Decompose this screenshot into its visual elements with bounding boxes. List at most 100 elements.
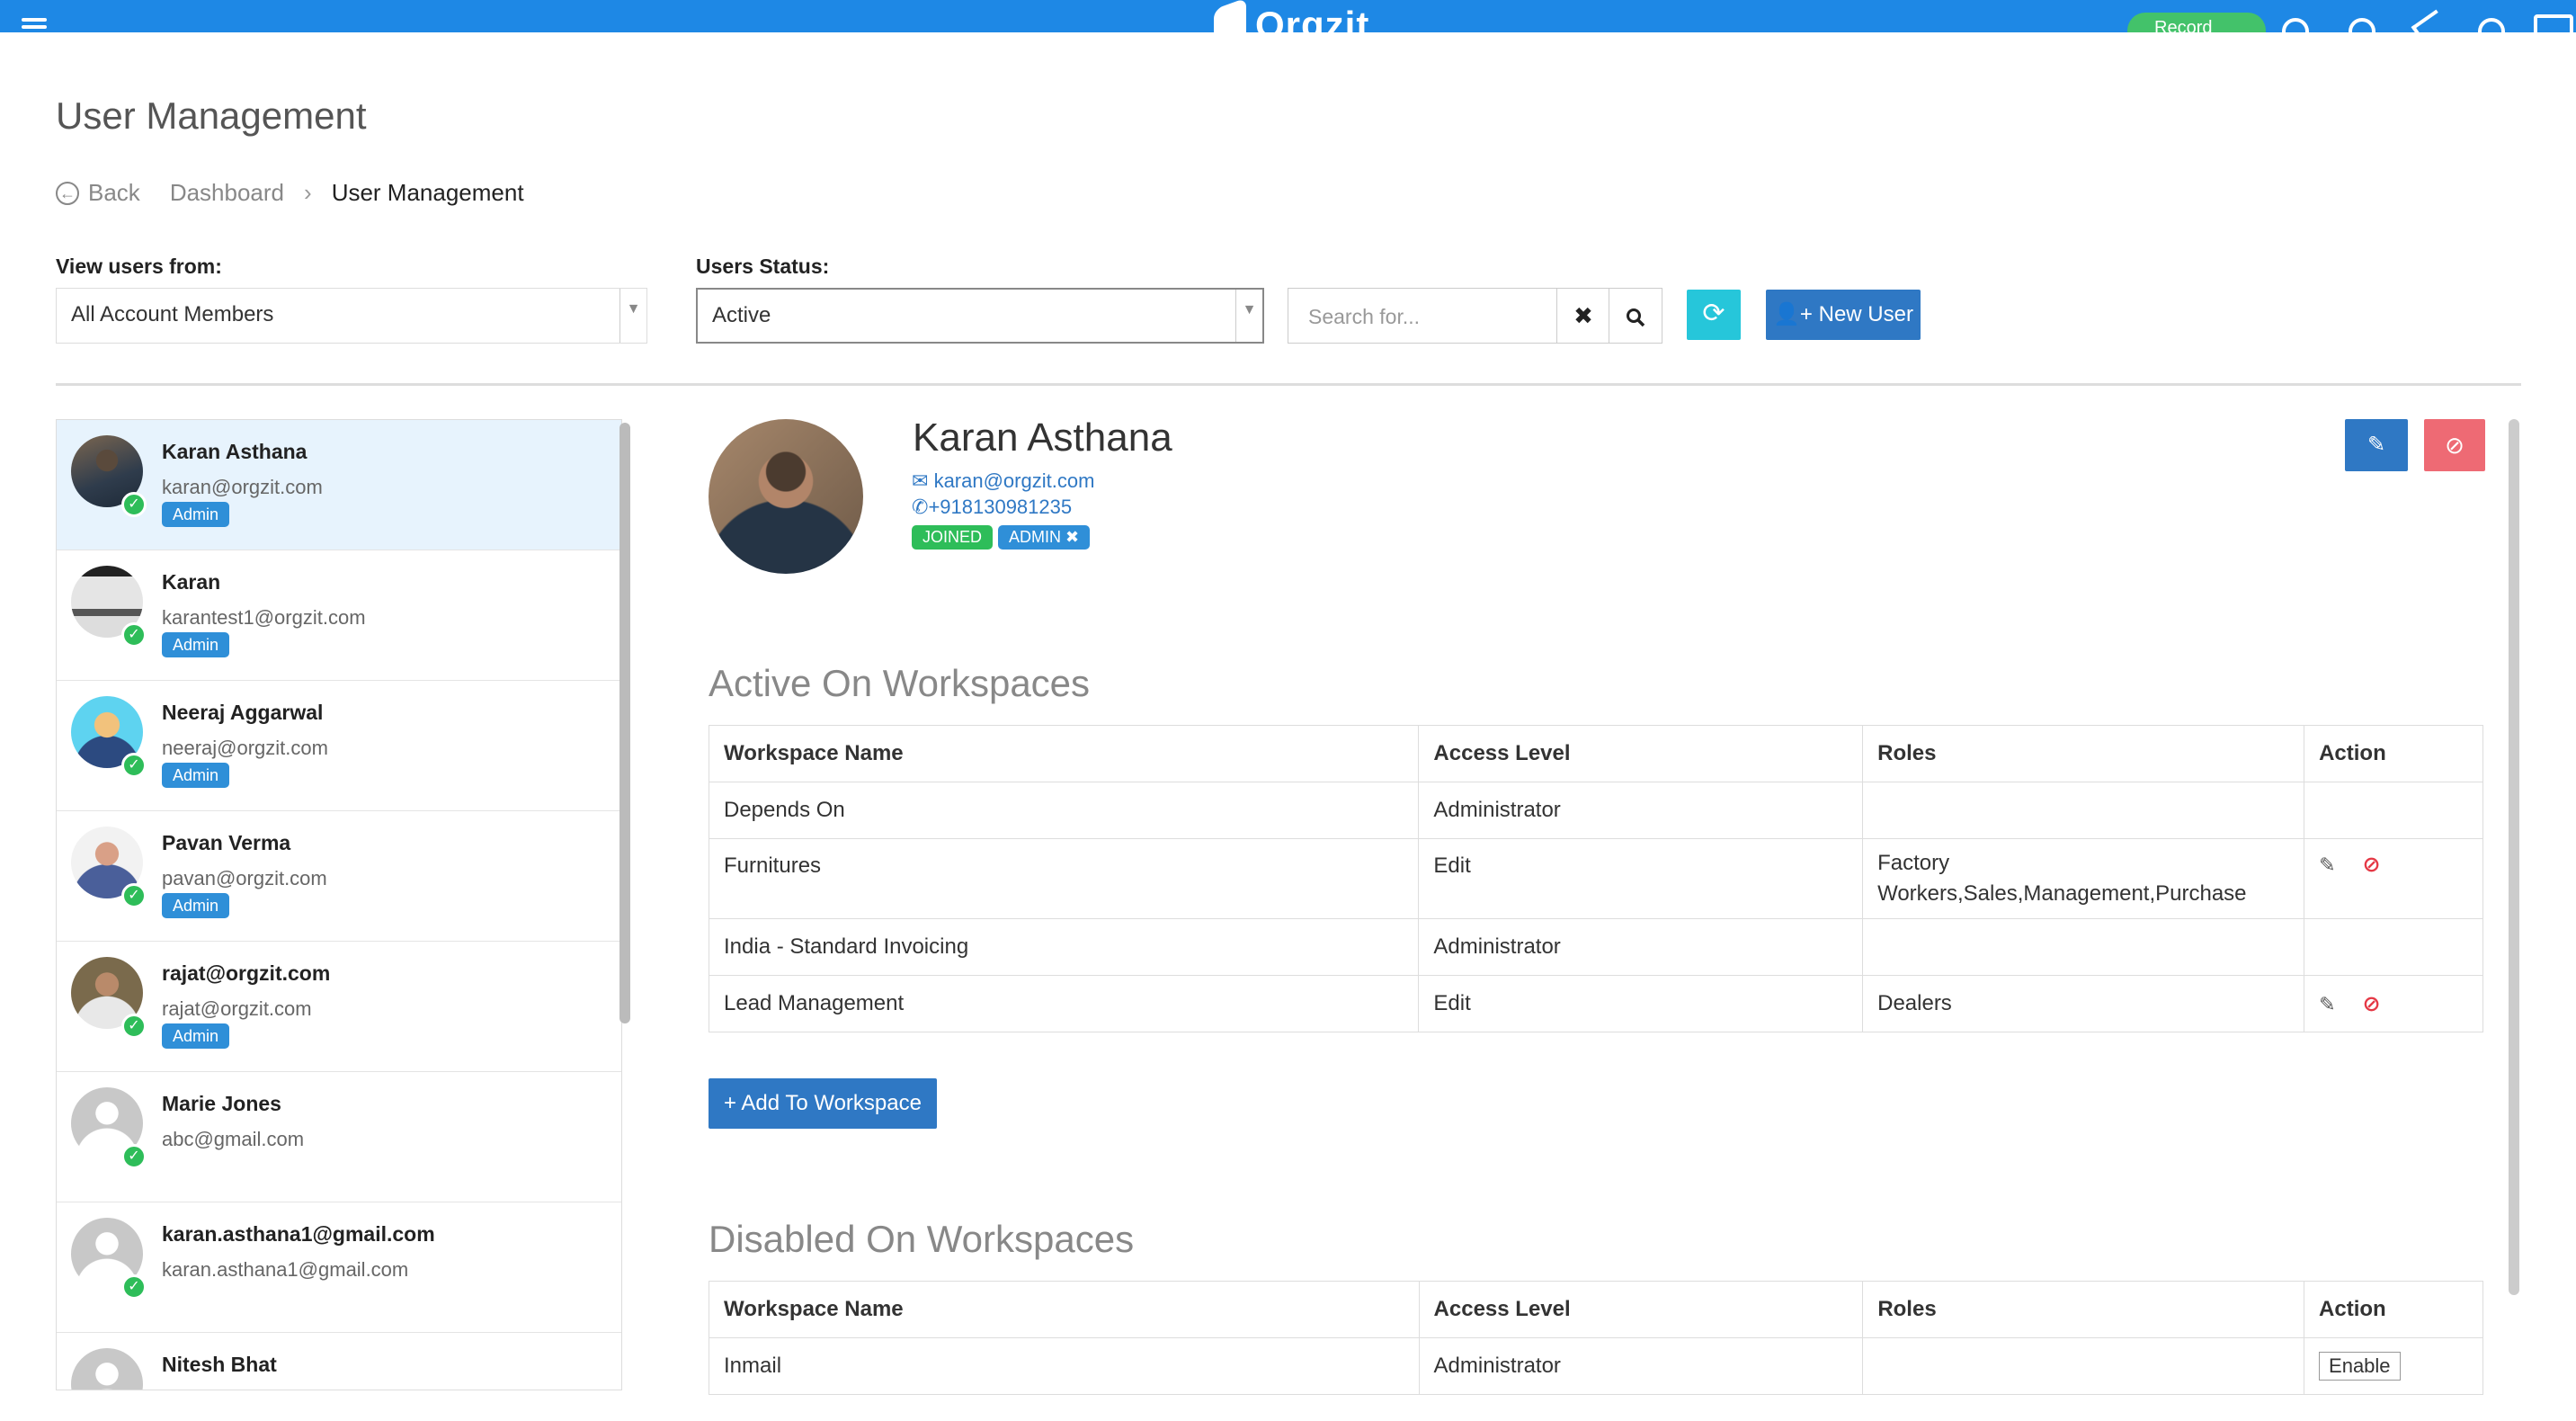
search-button[interactable] <box>1609 288 1662 344</box>
table-row: Depends On Administrator <box>708 782 2483 839</box>
view-users-label: View users from: <box>56 255 222 278</box>
main-scrollbar[interactable] <box>2509 419 2519 1295</box>
app-logo[interactable]: Orgzit <box>1214 0 1369 32</box>
column-header: Action <box>2304 725 2483 782</box>
access-level: Edit <box>1418 975 1864 1032</box>
role-badge: Admin <box>162 502 230 527</box>
verified-check-icon: ✓ <box>121 1014 147 1039</box>
roles: Factory Workers,Sales,Management,Purchas… <box>1862 838 2305 919</box>
table-row: Furnitures Edit Factory Workers,Sales,Ma… <box>708 838 2483 919</box>
user-list-item[interactable]: Nitesh Bhat <box>57 1333 621 1390</box>
info-icon[interactable] <box>2478 18 2505 32</box>
actions-cell: Enable <box>2304 1337 2483 1395</box>
search-icon <box>1627 308 1645 327</box>
workspace-name: Lead Management <box>708 975 1420 1032</box>
access-level: Administrator <box>1418 918 1864 976</box>
role-badge: Admin <box>162 893 230 918</box>
search-input[interactable]: Search for... <box>1288 288 1557 344</box>
joined-tag: JOINED <box>912 525 994 550</box>
table-header-row: Workspace Name Access Level Roles Action <box>709 1281 2483 1338</box>
remove-icon[interactable]: ✖ <box>1065 528 1079 546</box>
edit-icon[interactable]: ✎ <box>2319 853 2335 877</box>
column-header: Action <box>2304 1281 2483 1338</box>
new-user-button[interactable]: 👤+ New User <box>1766 290 1921 340</box>
roles <box>1862 918 2305 976</box>
actions-cell: ✎ ⊘ <box>2304 838 2483 919</box>
clear-search-button[interactable]: ✖ <box>1556 288 1610 344</box>
user-list-scrollbar[interactable] <box>619 423 630 1023</box>
user-list-item[interactable]: ✓ Karan Asthana karan@orgzit.com Admin <box>57 420 621 550</box>
admin-tag[interactable]: ADMIN ✖ <box>998 525 1091 550</box>
view-users-select[interactable]: All Account Members ▼ <box>56 288 647 344</box>
status-label: Users Status: <box>696 255 830 278</box>
record-button[interactable]: Record <box>2127 13 2266 32</box>
breadcrumb-current: User Management <box>331 179 524 206</box>
chevron-down-icon: ▼ <box>619 289 646 343</box>
user-list-item[interactable]: ✓ karan.asthana1@gmail.com karan.asthana… <box>57 1202 621 1333</box>
user-name: rajat@orgzit.com <box>162 961 331 985</box>
breadcrumb-separator: › <box>304 179 312 206</box>
breadcrumb-dashboard[interactable]: Dashboard <box>170 179 284 207</box>
search-icon[interactable] <box>2282 18 2309 32</box>
user-name: karan.asthana1@gmail.com <box>162 1222 435 1246</box>
verified-check-icon: ✓ <box>121 1274 147 1300</box>
user-list-item[interactable]: ✓ Marie Jones abc@gmail.com <box>57 1072 621 1202</box>
window-icon[interactable] <box>2534 14 2573 32</box>
ban-icon[interactable]: ⊘ <box>2363 991 2381 1017</box>
add-to-workspace-button[interactable]: + Add To Workspace <box>709 1078 937 1129</box>
help-icon[interactable] <box>2349 18 2375 32</box>
access-level: Administrator <box>1418 1337 1864 1395</box>
user-name: Karan Asthana <box>162 440 308 463</box>
divider <box>56 383 2521 386</box>
workspace-name: Furnitures <box>708 838 1420 919</box>
refresh-button[interactable]: ⟳ <box>1687 290 1741 340</box>
user-email: abc@gmail.com <box>162 1128 305 1150</box>
roles: Dealers <box>1862 975 2305 1032</box>
verified-check-icon: ✓ <box>121 1144 147 1169</box>
table-header-row: Workspace Name Access Level Roles Action <box>708 725 2483 782</box>
column-header: Access Level <box>1418 1281 1864 1338</box>
profile-avatar <box>709 419 863 574</box>
user-name: Marie Jones <box>162 1092 281 1115</box>
status-select[interactable]: Active ▼ <box>696 288 1264 344</box>
verified-check-icon: ✓ <box>121 883 147 908</box>
user-name: Nitesh Bhat <box>162 1353 277 1376</box>
logo-icon <box>1214 0 1246 32</box>
verified-check-icon: ✓ <box>121 753 147 778</box>
profile-email[interactable]: ✉ karan@orgzit.com <box>912 469 1094 493</box>
menu-icon[interactable] <box>22 18 47 32</box>
column-header: Roles <box>1862 1281 2305 1338</box>
edit-icon: ✎ <box>2367 433 2386 457</box>
user-list-item[interactable]: ✓ Karan karantest1@orgzit.com Admin <box>57 550 621 681</box>
active-workspaces-title: Active On Workspaces <box>709 662 1091 704</box>
user-list-item[interactable]: ✓ Neeraj Aggarwal neeraj@orgzit.com Admi… <box>57 681 621 811</box>
enable-button[interactable]: Enable <box>2319 1352 2401 1381</box>
profile-name: Karan Asthana <box>913 416 1172 460</box>
user-list: ✓ Karan Asthana karan@orgzit.com Admin ✓… <box>56 419 622 1390</box>
actions-cell <box>2304 918 2483 976</box>
roles <box>1862 782 2305 839</box>
chevron-down-icon: ▼ <box>1235 290 1262 342</box>
profile-phone[interactable]: ✆+918130981235 <box>912 496 1072 519</box>
user-list-item[interactable]: ✓ Pavan Verma pavan@orgzit.com Admin <box>57 811 621 942</box>
page-title: User Management <box>56 94 367 137</box>
user-email: karan.asthana1@gmail.com <box>162 1258 409 1281</box>
disabled-workspaces-table: Workspace Name Access Level Roles Action… <box>709 1281 2483 1395</box>
user-email: karan@orgzit.com <box>162 476 323 498</box>
edit-icon[interactable] <box>2411 9 2450 32</box>
user-list-item[interactable]: ✓ rajat@orgzit.com rajat@orgzit.com Admi… <box>57 942 621 1072</box>
edit-user-button[interactable]: ✎ <box>2345 419 2408 471</box>
ban-icon[interactable]: ⊘ <box>2363 852 2381 878</box>
verified-check-icon: ✓ <box>121 492 147 517</box>
back-link[interactable]: Back <box>88 179 140 207</box>
envelope-icon: ✉ <box>912 469 929 492</box>
user-email: rajat@orgzit.com <box>162 997 312 1020</box>
edit-icon[interactable]: ✎ <box>2319 993 2335 1016</box>
disable-user-button[interactable]: ⊘ <box>2424 419 2485 471</box>
phone-icon: ✆ <box>912 496 929 518</box>
back-arrow-icon[interactable]: ← <box>56 181 79 205</box>
user-email: karantest1@orgzit.com <box>162 606 366 629</box>
user-email: neeraj@orgzit.com <box>162 737 328 759</box>
active-workspaces-table: Workspace Name Access Level Roles Action… <box>708 725 2483 1032</box>
role-badge: Admin <box>162 763 230 788</box>
